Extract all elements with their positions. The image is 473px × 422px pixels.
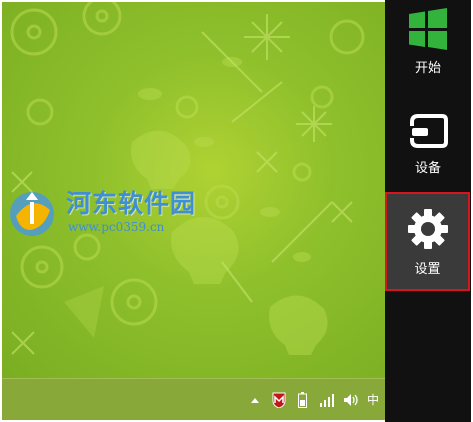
devices-icon xyxy=(408,114,448,148)
watermark: 河东软件园 www.pc0359.cn xyxy=(6,182,216,242)
ime-indicator[interactable]: 中 xyxy=(367,391,379,408)
taskbar: 中 xyxy=(2,378,385,420)
charms-bar: 开始 设备 设置 xyxy=(385,0,471,422)
show-hidden-icons-chevron-icon[interactable] xyxy=(247,392,263,408)
charm-start[interactable]: 开始 xyxy=(385,0,471,96)
desktop-wallpaper: 河东软件园 www.pc0359.cn xyxy=(2,2,385,378)
charm-devices[interactable]: 设备 xyxy=(385,100,471,196)
watermark-url: www.pc0359.cn xyxy=(68,220,165,234)
charm-settings-label: 设置 xyxy=(414,262,441,277)
watermark-title: 河东软件园 xyxy=(66,189,197,218)
charm-start-label: 开始 xyxy=(414,61,441,76)
notification-area: 中 xyxy=(247,379,379,420)
mcafee-icon[interactable] xyxy=(271,392,287,408)
volume-icon[interactable] xyxy=(343,392,359,408)
battery-icon[interactable] xyxy=(295,391,311,408)
charm-devices-label: 设备 xyxy=(414,161,441,176)
windows-logo-icon xyxy=(409,8,447,50)
gear-icon xyxy=(407,209,448,249)
charm-settings[interactable]: 设置 xyxy=(385,192,470,291)
watermark-logo-icon xyxy=(10,192,54,236)
network-signal-icon[interactable] xyxy=(319,392,335,408)
